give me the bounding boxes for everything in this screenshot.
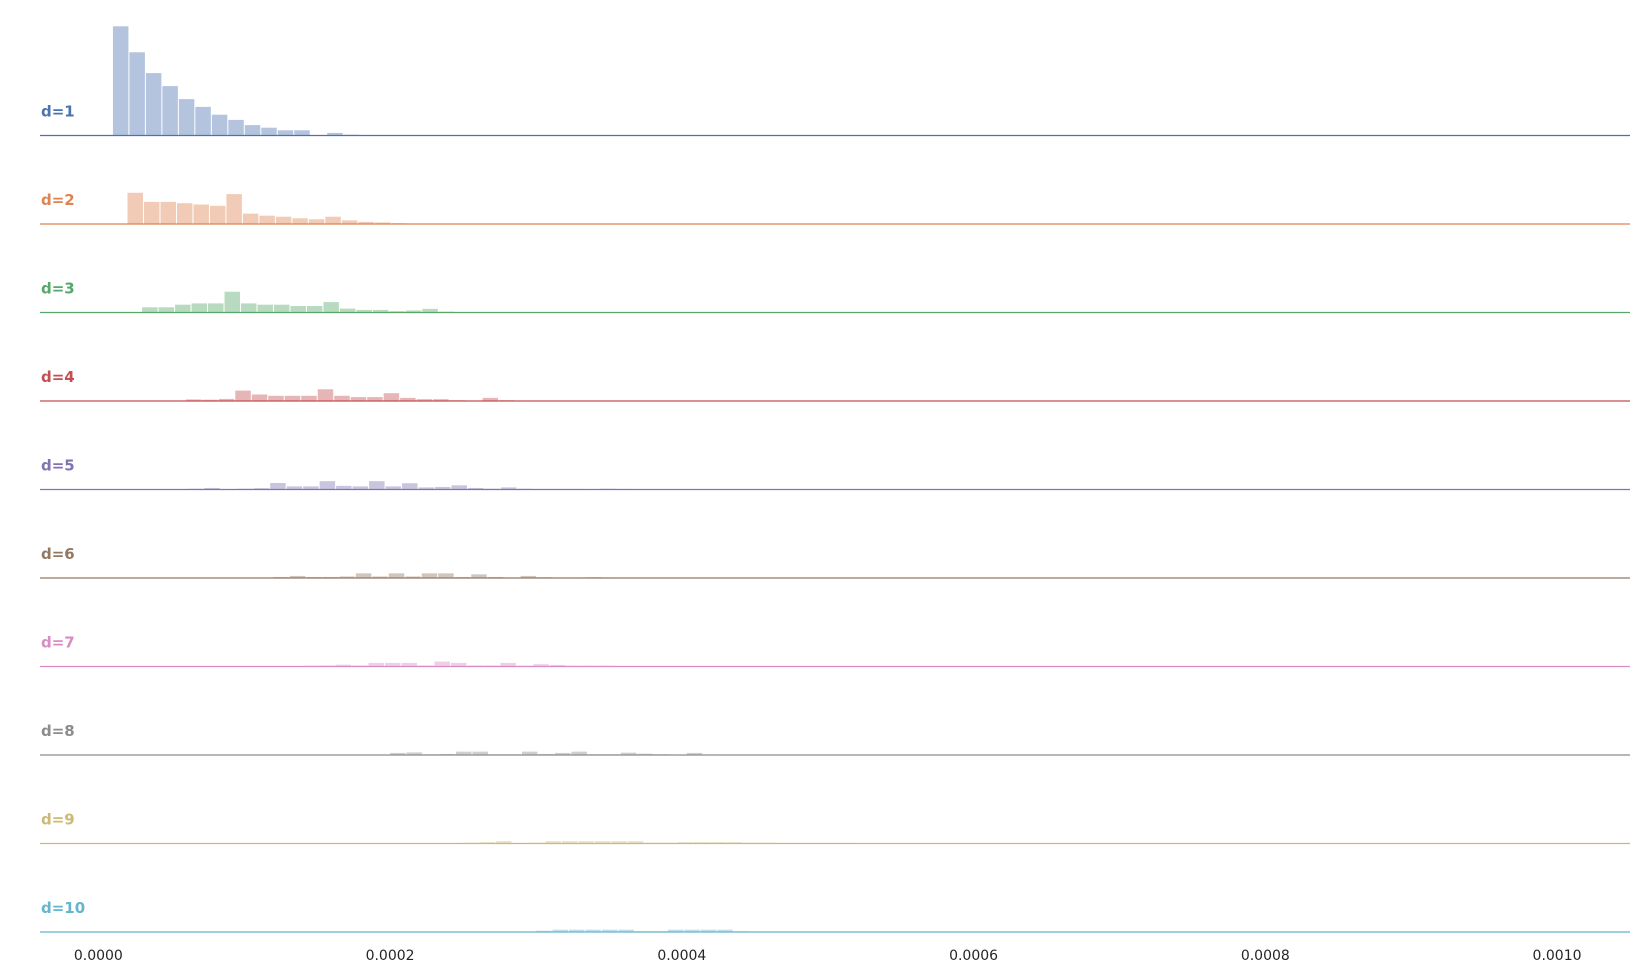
row-d-4: d=4 — [40, 368, 1630, 402]
histogram-bar — [142, 307, 158, 313]
row-label: d=9 — [41, 811, 75, 829]
histogram-bar — [211, 114, 228, 136]
row-d-8: d=8 — [40, 722, 1630, 756]
histogram-bar — [144, 201, 160, 224]
histogram-bar — [129, 52, 145, 136]
histogram-bar — [195, 106, 211, 136]
histogram-bar — [323, 302, 339, 313]
x-tick-label: 0.0010 — [1533, 948, 1582, 963]
row-label: d=3 — [41, 280, 75, 298]
row-d-5: d=5 — [40, 457, 1630, 491]
histogram-bar — [292, 218, 308, 224]
x-tick-label: 0.0002 — [366, 948, 415, 963]
histogram-bar — [301, 395, 317, 401]
row-label: d=6 — [41, 545, 75, 563]
histogram-bar — [270, 483, 286, 490]
histogram-bar — [244, 125, 261, 136]
row-d-3: d=3 — [40, 280, 1630, 314]
histogram-bar — [308, 219, 325, 224]
histogram-bar — [127, 192, 143, 224]
histogram-bar — [290, 306, 306, 313]
histogram-bar — [325, 216, 341, 224]
histogram-bar — [319, 481, 336, 490]
row-label: d=4 — [41, 368, 75, 386]
row-label: d=8 — [41, 722, 75, 740]
histogram-bar — [438, 573, 454, 578]
histogram-bar — [275, 216, 292, 224]
histogram-bar — [145, 73, 162, 136]
histogram-bar — [176, 203, 193, 224]
histogram-bar — [369, 481, 385, 490]
x-tick-label: 0.0004 — [657, 948, 706, 963]
x-tick-label: 0.0000 — [74, 948, 123, 963]
row-d-2: d=2 — [40, 191, 1630, 225]
histogram-bar — [388, 573, 405, 578]
histogram-bar — [160, 201, 176, 224]
histogram-bar — [317, 389, 334, 401]
histogram-bar — [451, 485, 467, 490]
histogram-bar — [158, 307, 175, 313]
histogram-bar — [242, 213, 259, 224]
histogram-bar — [257, 304, 273, 313]
histogram-bar — [208, 303, 224, 313]
histogram-bar — [235, 390, 251, 401]
histogram-bar — [209, 205, 226, 224]
histogram-bar — [261, 127, 277, 136]
histogram-bar — [434, 661, 450, 667]
histogram-bar — [273, 304, 290, 313]
histogram-bar — [284, 395, 301, 401]
row-d-9: d=9 — [40, 811, 1630, 845]
x-tick-label: 0.0008 — [1241, 948, 1290, 963]
histogram-bar — [191, 303, 208, 313]
histogram-bar — [277, 130, 294, 136]
histogram-bar — [224, 291, 241, 313]
row-d-7: d=7 — [40, 634, 1630, 668]
row-label: d=7 — [41, 634, 75, 652]
histogram-bar — [259, 215, 275, 224]
histogram-bar — [421, 573, 438, 578]
histogram-bar — [226, 194, 242, 224]
histogram-bar — [306, 306, 323, 313]
histogram-bar — [402, 483, 418, 490]
histogram-bar — [112, 26, 129, 136]
row-d-6: d=6 — [40, 545, 1630, 579]
histogram-bar — [241, 303, 257, 313]
row-d-1: d=1 — [40, 26, 1630, 137]
row-label: d=1 — [41, 103, 75, 121]
histogram-bar — [228, 119, 244, 136]
histogram-rows: d=1 d=2 d=3 d=4 d=5 d=6 d=7 d=8 d=9 d=10 — [40, 26, 1630, 933]
histogram-bar — [268, 395, 284, 401]
row-label: d=10 — [41, 899, 85, 917]
histogram-bar — [355, 573, 372, 578]
histogram-bar — [251, 394, 268, 401]
histogram-bar — [294, 130, 310, 136]
histogram-bar — [175, 304, 191, 313]
x-tick-label: 0.0006 — [949, 948, 998, 963]
histogram-bar — [334, 395, 350, 401]
histogram-bar — [178, 99, 195, 136]
row-label: d=5 — [41, 457, 75, 475]
x-axis-ticks: 0.0000 0.0002 0.0004 0.0006 0.0008 0.0010 — [74, 948, 1582, 963]
histogram-bar — [162, 86, 178, 136]
row-label: d=2 — [41, 191, 75, 209]
ridgeline-histogram-chart: d=1d=2d=3d=4d=5d=6d=7d=8d=9d=10 0.0000 0.… — [40, 26, 1630, 963]
row-d-10: d=10 — [40, 899, 1630, 933]
histogram-bar — [193, 204, 209, 224]
histogram-bar — [383, 393, 400, 401]
